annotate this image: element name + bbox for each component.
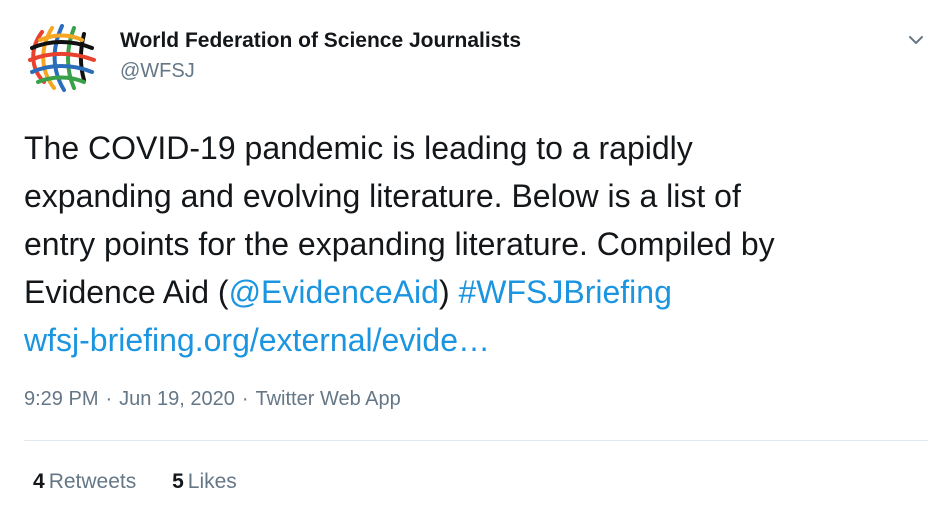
tweet-source[interactable]: Twitter Web App	[255, 388, 400, 410]
tweet-card: World Federation of Science Journalists …	[0, 0, 952, 518]
tweet-text: The COVID-19 pandemic is leading to a ra…	[24, 124, 924, 364]
tweet-time[interactable]: 9:29 PM	[24, 388, 98, 410]
tweet-stats: 4 Retweets 5 Likes	[33, 470, 267, 494]
meta-separator: ·	[241, 388, 249, 410]
tweet-text-line-2: expanding and evolving literature. Below…	[24, 178, 741, 214]
likes-stat[interactable]: 5 Likes	[172, 470, 237, 493]
author-name[interactable]: World Federation of Science Journalists	[120, 29, 521, 53]
tweet-text-line-1: The COVID-19 pandemic is leading to a ra…	[24, 130, 693, 166]
chevron-down-icon	[909, 36, 923, 44]
retweets-stat[interactable]: 4 Retweets	[33, 470, 136, 493]
tweet-text-line-4-prefix: Evidence Aid (	[24, 274, 229, 310]
retweets-label: Retweets	[48, 470, 137, 493]
url-link[interactable]: wfsj-briefing.org/external/evide…	[24, 322, 490, 358]
likes-count: 5	[172, 470, 184, 493]
tweet-menu-button[interactable]	[902, 26, 930, 54]
wfsj-globe-logo-icon	[28, 24, 96, 92]
tweet-text-line-4: Evidence Aid (@EvidenceAid) #WFSJBriefin…	[24, 268, 924, 316]
author-handle[interactable]: @WFSJ	[120, 60, 195, 83]
tweet-text-line-3: entry points for the expanding literatur…	[24, 226, 775, 262]
avatar[interactable]	[22, 18, 100, 96]
mention-link[interactable]: @EvidenceAid	[229, 274, 439, 310]
retweets-count: 4	[33, 470, 45, 493]
tweet-text-line-4-mid: )	[438, 274, 459, 310]
divider	[24, 440, 928, 441]
tweet-text-line-5: wfsj-briefing.org/external/evide…	[24, 316, 924, 364]
meta-separator: ·	[105, 388, 113, 410]
tweet-date[interactable]: Jun 19, 2020	[119, 388, 235, 410]
hashtag-link[interactable]: #WFSJBriefing	[458, 274, 671, 310]
tweet-meta: 9:29 PM · Jun 19, 2020 · Twitter Web App	[24, 388, 401, 411]
likes-label: Likes	[187, 470, 237, 493]
